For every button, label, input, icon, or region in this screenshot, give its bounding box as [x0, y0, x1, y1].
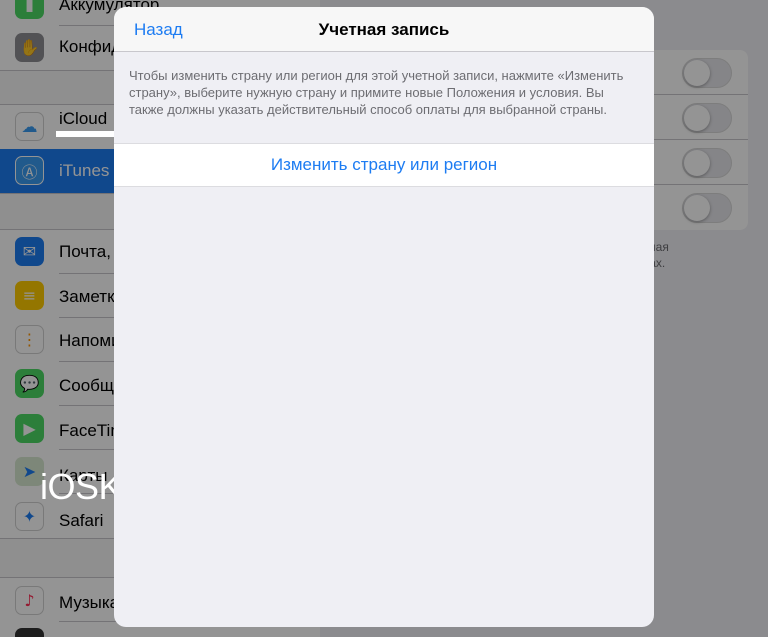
modal-nav-bar: Назад Учетная запись	[114, 7, 654, 52]
watermark-bar	[56, 131, 114, 137]
change-country-button[interactable]: Изменить страну или регион	[114, 143, 654, 187]
modal-title: Учетная запись	[318, 20, 450, 39]
modal-description: Чтобы изменить страну или регион для это…	[129, 68, 624, 117]
account-modal: Назад Учетная запись Чтобы изменить стра…	[114, 7, 654, 627]
